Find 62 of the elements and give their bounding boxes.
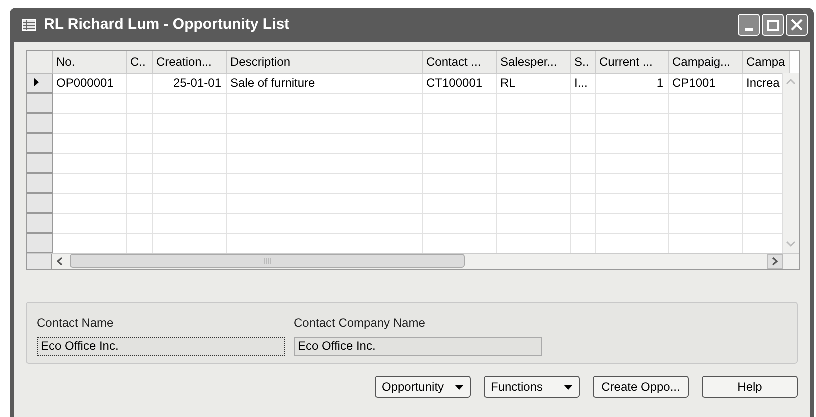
vertical-scrollbar[interactable] bbox=[782, 73, 799, 253]
column-header[interactable]: Campa bbox=[742, 51, 790, 73]
table-cell: CT100001 bbox=[422, 73, 496, 93]
table-cell bbox=[570, 93, 595, 113]
table-cell bbox=[126, 133, 152, 153]
dropdown-arrow-icon bbox=[564, 384, 573, 390]
table-cell bbox=[570, 153, 595, 173]
table-cell bbox=[570, 133, 595, 153]
column-header[interactable]: No. bbox=[52, 51, 126, 73]
column-header[interactable]: Current ... bbox=[595, 51, 668, 73]
scroll-up-icon bbox=[786, 78, 796, 86]
table-cell bbox=[126, 173, 152, 193]
text-field[interactable]: Eco Office Inc. bbox=[294, 337, 542, 356]
table-cell: 25-01-01 bbox=[152, 73, 226, 93]
scroll-left-icon bbox=[57, 257, 63, 266]
table-cell bbox=[126, 193, 152, 213]
close-button[interactable] bbox=[786, 14, 808, 36]
scroll-right-button[interactable] bbox=[767, 254, 783, 269]
table-cell bbox=[126, 113, 152, 133]
table-cell: RL bbox=[496, 73, 570, 93]
table-cell bbox=[570, 113, 595, 133]
table-icon bbox=[22, 19, 36, 31]
table-cell bbox=[570, 173, 595, 193]
table-cell: CP1001 bbox=[668, 73, 742, 93]
column-header[interactable]: C.. bbox=[126, 51, 152, 73]
menu-button[interactable]: Opportunity bbox=[375, 376, 471, 398]
table-cell bbox=[126, 93, 152, 113]
window-title: RL Richard Lum - Opportunity List bbox=[44, 14, 291, 35]
minimize-button[interactable] bbox=[738, 14, 760, 36]
table-cell: Sale of furniture bbox=[226, 73, 422, 93]
action-button[interactable]: Create Oppo... bbox=[593, 376, 689, 398]
dropdown-arrow-icon bbox=[455, 384, 464, 390]
field-label: Contact Name bbox=[37, 315, 115, 332]
close-icon bbox=[791, 19, 803, 31]
current-row-icon bbox=[34, 78, 39, 88]
column-header[interactable]: Salesper... bbox=[496, 51, 570, 73]
header-corner bbox=[27, 51, 52, 73]
column-header[interactable]: Contact ... bbox=[422, 51, 496, 73]
table-cell bbox=[126, 153, 152, 173]
scrollbar-thumb[interactable] bbox=[70, 254, 465, 268]
column-header[interactable]: S.. bbox=[570, 51, 595, 73]
grip-icon bbox=[264, 258, 272, 264]
table-cell bbox=[570, 213, 595, 233]
scroll-right-icon bbox=[772, 257, 778, 266]
field-label: Contact Company Name bbox=[294, 315, 426, 332]
text-field[interactable]: Eco Office Inc. bbox=[37, 337, 285, 356]
table-cell bbox=[126, 73, 152, 93]
menu-button[interactable]: Functions bbox=[484, 376, 580, 398]
table-cell bbox=[126, 213, 152, 233]
minimize-icon bbox=[745, 28, 753, 31]
column-header[interactable]: Description bbox=[226, 51, 422, 73]
column-header[interactable]: Campaig... bbox=[668, 51, 742, 73]
table-cell: OP000001 bbox=[52, 73, 126, 93]
column-header[interactable]: Creation... bbox=[152, 51, 226, 73]
table-cell: I... bbox=[570, 73, 595, 93]
row-selector[interactable] bbox=[27, 73, 52, 93]
scroll-down-icon bbox=[786, 240, 796, 248]
action-button[interactable]: Help bbox=[702, 376, 798, 398]
table-cell: 1 bbox=[595, 73, 668, 93]
maximize-button[interactable] bbox=[762, 14, 784, 36]
table-cell bbox=[570, 193, 595, 213]
maximize-icon bbox=[767, 20, 779, 30]
